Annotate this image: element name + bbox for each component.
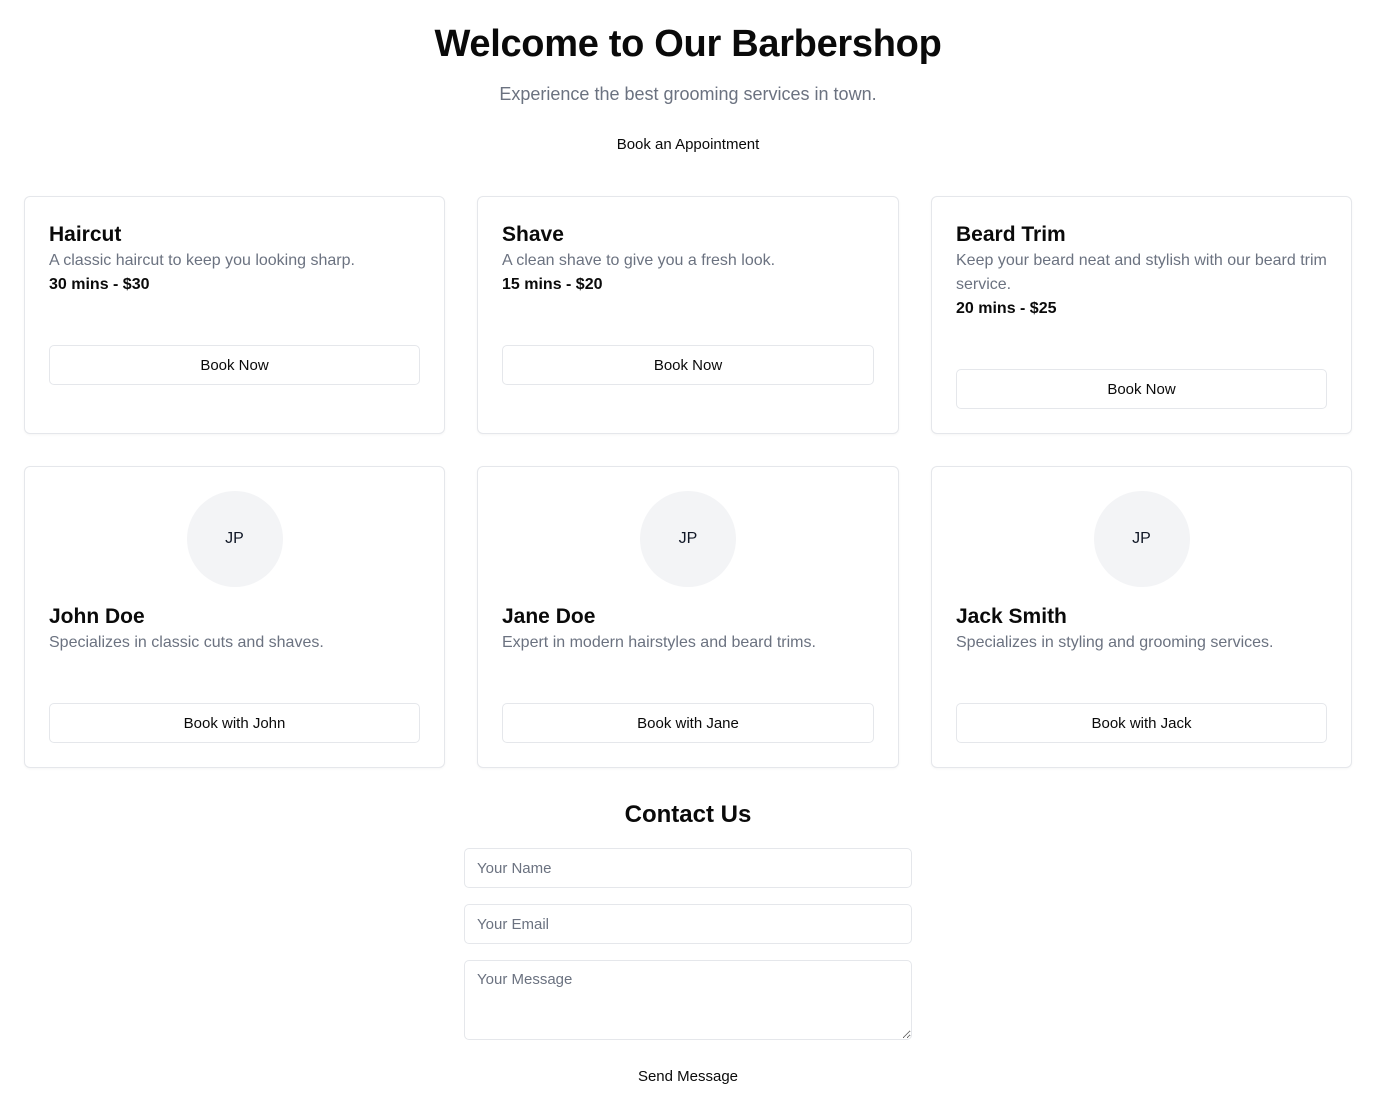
service-card-beard-trim: Beard Trim Keep your beard neat and styl…	[931, 196, 1352, 434]
barber-card-jane: JP Jane Doe Expert in modern hairstyles …	[477, 466, 899, 768]
service-description: Keep your beard neat and stylish with ou…	[956, 252, 1327, 293]
barber-card-john: JP John Doe Specializes in classic cuts …	[24, 466, 445, 768]
name-field[interactable]	[464, 848, 912, 888]
book-beard-trim-button[interactable]: Book Now	[956, 369, 1327, 409]
avatar: JP	[640, 491, 736, 587]
barber-bio: Specializes in classic cuts and shaves.	[49, 634, 324, 651]
barber-name: Jack Smith	[956, 605, 1067, 628]
contact-title: Contact Us	[624, 801, 752, 828]
avatar: JP	[186, 491, 283, 587]
book-with-jane-button[interactable]: Book with Jane	[502, 703, 874, 743]
barber-bio: Expert in modern hairstyles and beard tr…	[502, 634, 816, 651]
service-card-haircut: Haircut A classic haircut to keep you lo…	[24, 196, 445, 434]
service-name: Haircut	[49, 223, 122, 246]
message-field[interactable]	[464, 960, 912, 1040]
avatar: JP	[1093, 491, 1190, 587]
book-appointment-button[interactable]: Book an Appointment	[588, 133, 788, 155]
barber-bio: Specializes in styling and grooming serv…	[956, 634, 1274, 651]
page-subtitle: Experience the best grooming services in…	[499, 84, 877, 104]
barber-card-jack: JP Jack Smith Specializes in styling and…	[931, 466, 1352, 768]
book-haircut-button[interactable]: Book Now	[49, 345, 420, 385]
page-title: Welcome to Our Barbershop	[434, 23, 942, 65]
service-duration-price: 20 mins - $25	[956, 300, 1057, 317]
send-message-button[interactable]: Send Message	[588, 1065, 788, 1087]
email-field[interactable]	[464, 904, 912, 944]
book-with-john-button[interactable]: Book with John	[49, 703, 420, 743]
service-card-shave: Shave A clean shave to give you a fresh …	[477, 196, 899, 434]
book-with-jack-button[interactable]: Book with Jack	[956, 703, 1327, 743]
service-duration-price: 15 mins - $20	[502, 276, 603, 293]
book-shave-button[interactable]: Book Now	[502, 345, 874, 385]
service-description: A clean shave to give you a fresh look.	[502, 252, 776, 269]
barber-name: John Doe	[49, 605, 145, 628]
service-name: Beard Trim	[956, 223, 1066, 246]
barber-name: Jane Doe	[502, 605, 596, 628]
service-description: A classic haircut to keep you looking sh…	[49, 252, 355, 269]
service-name: Shave	[502, 223, 564, 246]
service-duration-price: 30 mins - $30	[49, 276, 150, 293]
